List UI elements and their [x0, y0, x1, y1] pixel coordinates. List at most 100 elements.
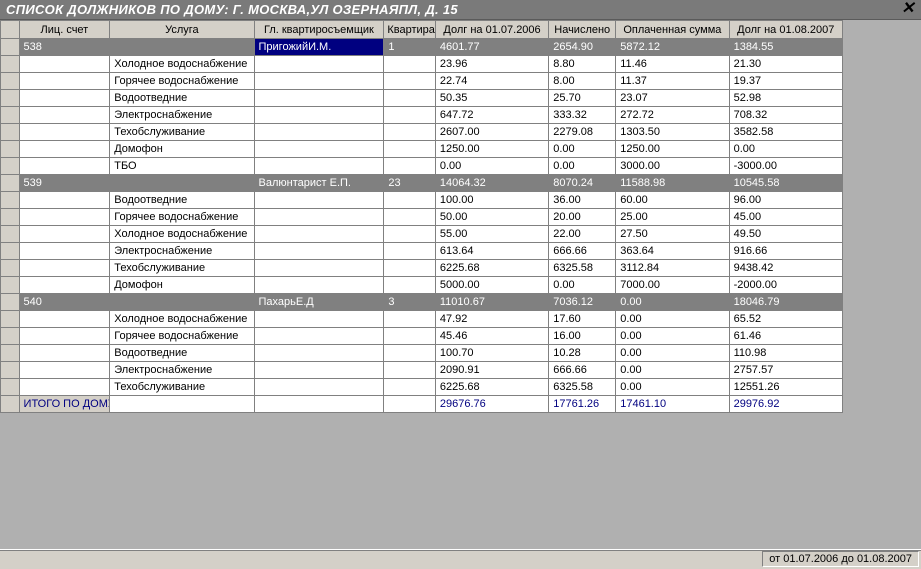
cell-debt1[interactable]: 100.00 [435, 192, 548, 209]
row-selector[interactable] [1, 124, 20, 141]
service-row[interactable]: ТБО0.000.003000.00-3000.00 [1, 158, 843, 175]
cell-accrued[interactable]: 25.70 [549, 90, 616, 107]
cell-acct[interactable] [19, 260, 110, 277]
cell-tenant[interactable] [254, 73, 384, 90]
cell-debt1[interactable]: 47.92 [435, 311, 548, 328]
col-acct[interactable]: Лиц. счет [19, 21, 110, 39]
row-selector[interactable] [1, 294, 20, 311]
service-row[interactable]: Водоотведние50.3525.7023.0752.98 [1, 90, 843, 107]
cell-debt1[interactable]: 6225.68 [435, 379, 548, 396]
cell-debt2[interactable]: 52.98 [729, 90, 842, 107]
cell-debt2[interactable]: 9438.42 [729, 260, 842, 277]
service-row[interactable]: Холодное водоснабжение55.0022.0027.5049.… [1, 226, 843, 243]
cell-debt2[interactable]: -2000.00 [729, 277, 842, 294]
cell-debt2[interactable]: 0.00 [729, 141, 842, 158]
row-selector[interactable] [1, 345, 20, 362]
row-selector[interactable] [1, 396, 20, 413]
cell-service[interactable] [110, 39, 254, 56]
cell-debt1[interactable]: 14064.32 [435, 175, 548, 192]
cell-acct[interactable] [19, 226, 110, 243]
cell-paid[interactable]: 3112.84 [616, 260, 729, 277]
cell-debt2[interactable]: 3582.58 [729, 124, 842, 141]
cell-acct[interactable] [19, 277, 110, 294]
cell-tenant[interactable] [254, 243, 384, 260]
cell-acct[interactable] [19, 311, 110, 328]
summary-row[interactable]: 538ПригожийИ.М.14601.772654.905872.12138… [1, 39, 843, 56]
cell-apt[interactable] [384, 277, 436, 294]
cell-service[interactable]: Домофон [110, 277, 254, 294]
cell-debt2[interactable]: 18046.79 [729, 294, 842, 311]
cell-service[interactable] [110, 175, 254, 192]
cell-service[interactable] [110, 294, 254, 311]
cell-service[interactable]: Техобслуживание [110, 124, 254, 141]
cell-apt[interactable] [384, 73, 436, 90]
cell-service[interactable]: Водоотведние [110, 90, 254, 107]
cell-accrued[interactable]: 2654.90 [549, 39, 616, 56]
cell-apt[interactable] [384, 362, 436, 379]
cell-tenant[interactable] [254, 260, 384, 277]
service-row[interactable]: Холодное водоснабжение47.9217.600.0065.5… [1, 311, 843, 328]
cell-accrued[interactable]: 8070.24 [549, 175, 616, 192]
summary-row[interactable]: 540ПахарьЕ.Д311010.677036.120.0018046.79 [1, 294, 843, 311]
cell-accrued[interactable]: 7036.12 [549, 294, 616, 311]
cell-apt[interactable] [384, 90, 436, 107]
row-selector[interactable] [1, 243, 20, 260]
cell-debt2[interactable]: 65.52 [729, 311, 842, 328]
service-row[interactable]: Горячее водоснабжение22.748.0011.3719.37 [1, 73, 843, 90]
service-row[interactable]: Домофон5000.000.007000.00-2000.00 [1, 277, 843, 294]
debtors-table[interactable]: Лиц. счет Услуга Гл. квартиросъемщик Ква… [0, 20, 843, 413]
cell-acct[interactable] [19, 209, 110, 226]
cell-accrued[interactable]: 20.00 [549, 209, 616, 226]
cell-tenant[interactable]: ПахарьЕ.Д [254, 294, 384, 311]
cell-paid[interactable]: 11.46 [616, 56, 729, 73]
cell-apt[interactable]: 23 [384, 175, 436, 192]
service-row[interactable]: Водоотведние100.7010.280.00110.98 [1, 345, 843, 362]
cell-service[interactable]: Техобслуживание [110, 379, 254, 396]
cell-accrued[interactable]: 0.00 [549, 158, 616, 175]
cell-apt[interactable] [384, 311, 436, 328]
cell-debt2[interactable]: 916.66 [729, 243, 842, 260]
cell-paid[interactable]: 11.37 [616, 73, 729, 90]
cell-accrued[interactable]: 36.00 [549, 192, 616, 209]
cell-debt2[interactable]: 96.00 [729, 192, 842, 209]
cell-debt1[interactable]: 50.00 [435, 209, 548, 226]
cell-paid[interactable]: 1250.00 [616, 141, 729, 158]
cell-debt1[interactable]: 613.64 [435, 243, 548, 260]
close-icon[interactable]: ✕ [899, 1, 917, 19]
service-row[interactable]: Техобслуживание6225.686325.580.0012551.2… [1, 379, 843, 396]
service-row[interactable]: Электроснабжение613.64666.66363.64916.66 [1, 243, 843, 260]
cell-acct[interactable] [19, 90, 110, 107]
row-selector[interactable] [1, 311, 20, 328]
cell-acct[interactable] [19, 328, 110, 345]
cell-debt2[interactable]: 1384.55 [729, 39, 842, 56]
cell-accrued[interactable]: 8.80 [549, 56, 616, 73]
cell-tenant[interactable] [254, 311, 384, 328]
row-selector[interactable] [1, 192, 20, 209]
row-selector[interactable] [1, 226, 20, 243]
col-service[interactable]: Услуга [110, 21, 254, 39]
cell-paid[interactable]: 27.50 [616, 226, 729, 243]
cell-debt2[interactable]: 61.46 [729, 328, 842, 345]
cell-acct[interactable] [19, 379, 110, 396]
row-selector[interactable] [1, 379, 20, 396]
cell-debt2[interactable]: 10545.58 [729, 175, 842, 192]
service-row[interactable]: Электроснабжение647.72333.32272.72708.32 [1, 107, 843, 124]
cell-tenant[interactable]: Валюнтарист Е.П. [254, 175, 384, 192]
cell-acct[interactable] [19, 158, 110, 175]
cell-accrued[interactable]: 0.00 [549, 141, 616, 158]
cell-tenant[interactable] [254, 158, 384, 175]
cell-service[interactable]: Холодное водоснабжение [110, 56, 254, 73]
cell-paid[interactable]: 60.00 [616, 192, 729, 209]
cell-debt1[interactable]: 22.74 [435, 73, 548, 90]
cell-paid[interactable]: 363.64 [616, 243, 729, 260]
cell-apt[interactable] [384, 345, 436, 362]
cell-debt1[interactable]: 55.00 [435, 226, 548, 243]
service-row[interactable]: Электроснабжение2090.91666.660.002757.57 [1, 362, 843, 379]
row-selector[interactable] [1, 90, 20, 107]
row-selector[interactable] [1, 209, 20, 226]
cell-acct[interactable] [19, 243, 110, 260]
cell-apt[interactable] [384, 209, 436, 226]
cell-apt[interactable]: 3 [384, 294, 436, 311]
cell-tenant[interactable] [254, 362, 384, 379]
row-selector[interactable] [1, 73, 20, 90]
